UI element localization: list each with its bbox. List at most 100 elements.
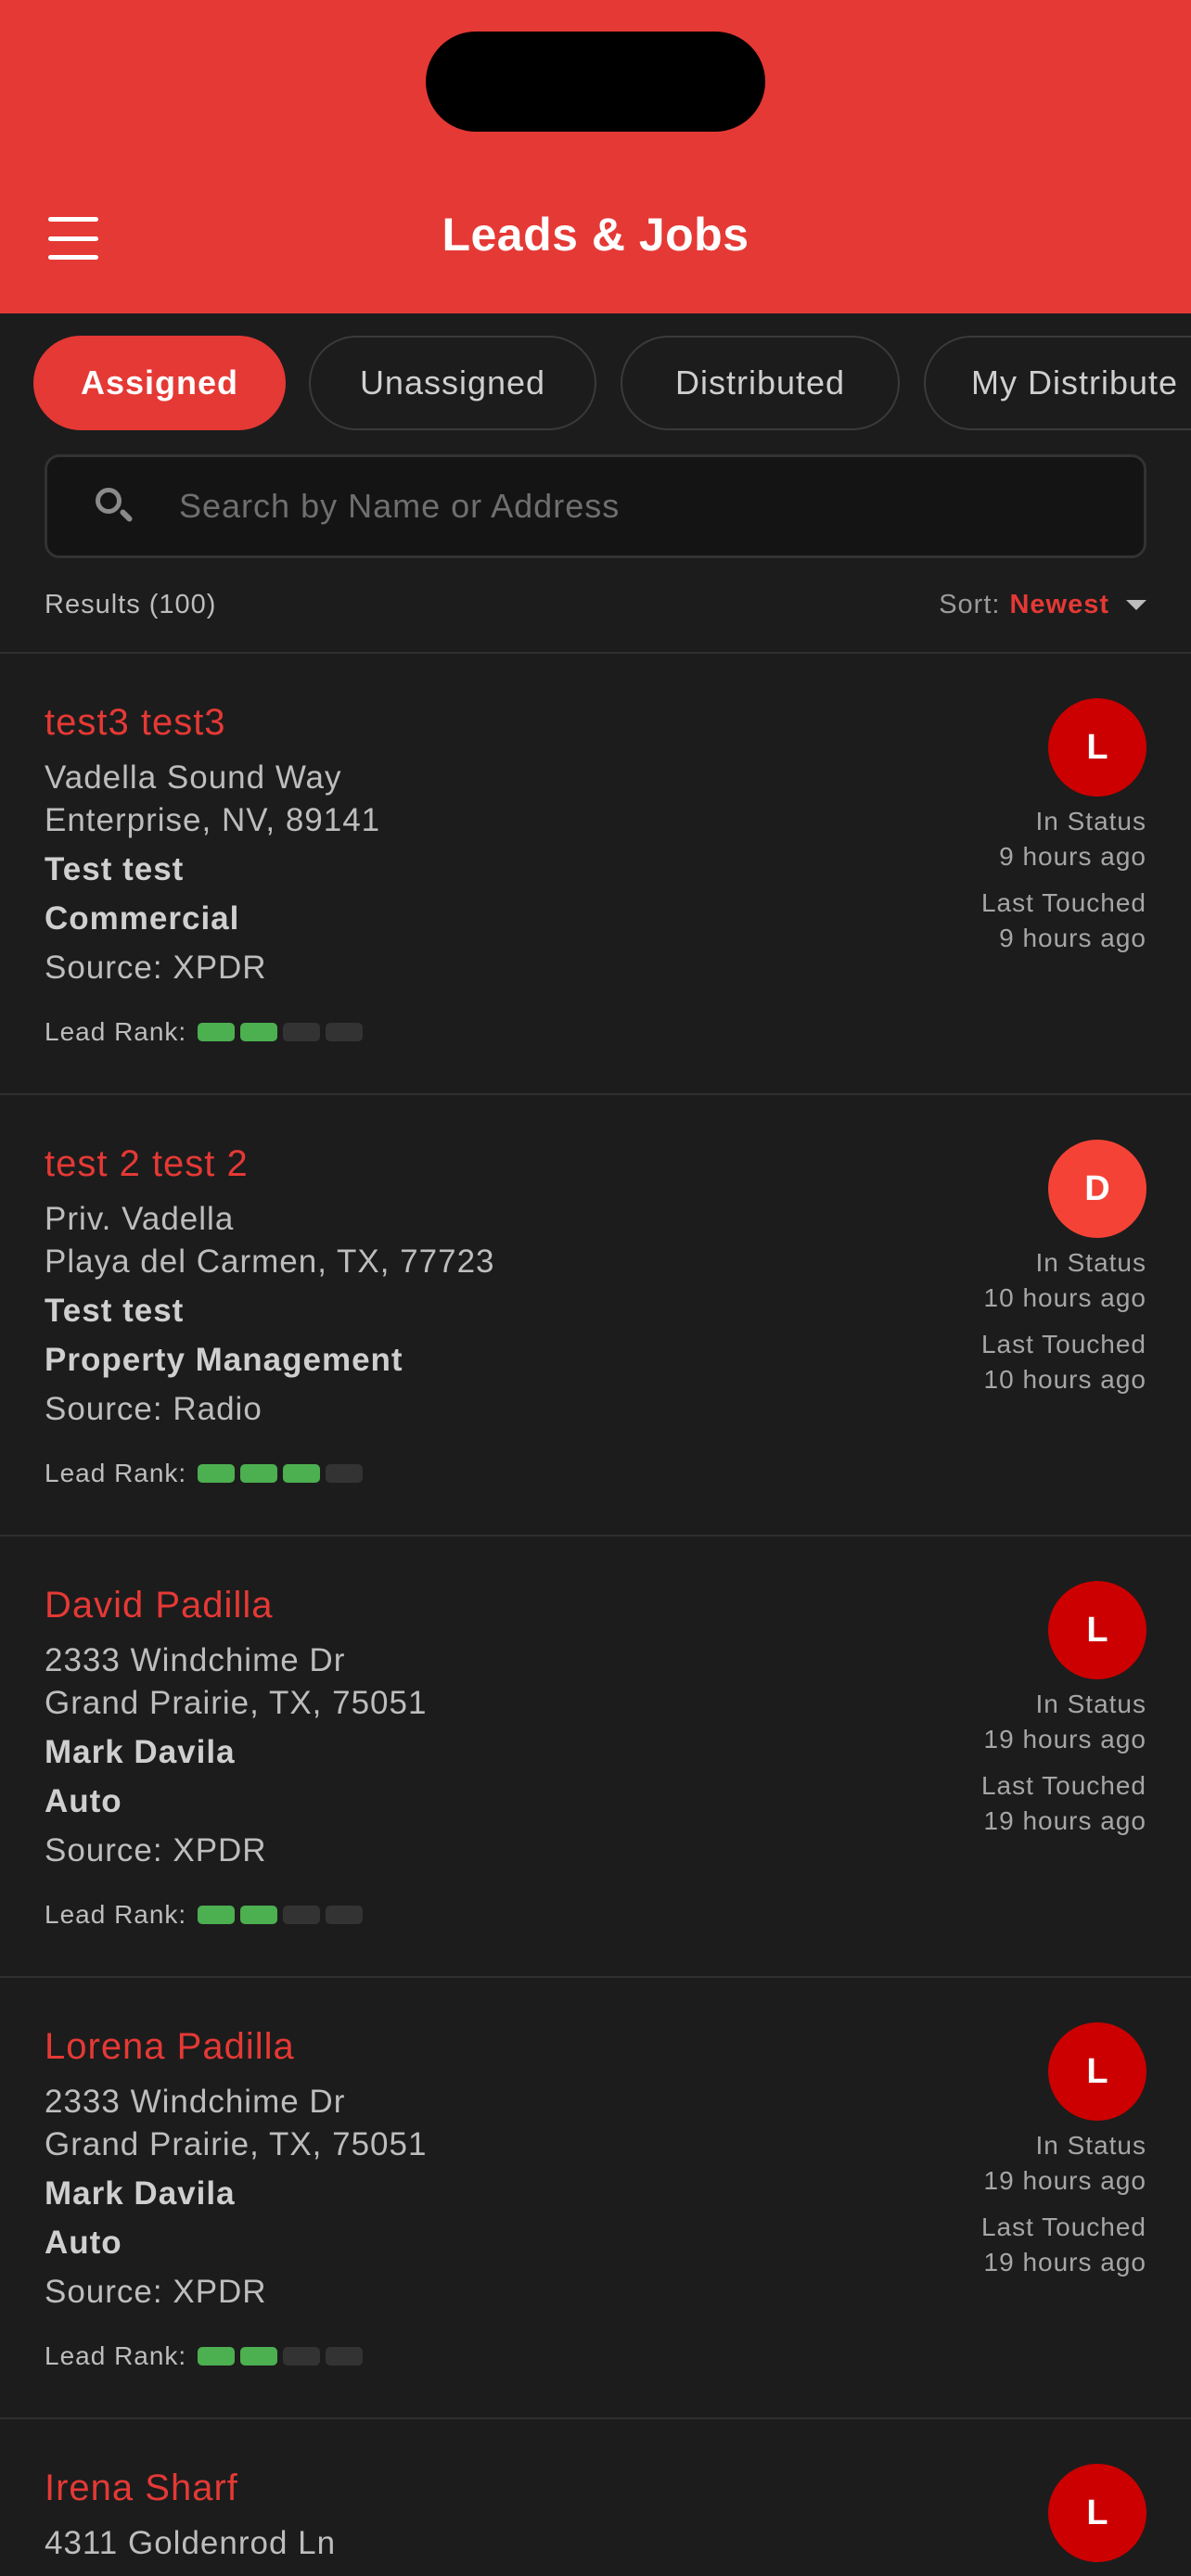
results-count: Results (100): [45, 590, 217, 619]
rank-bar: [240, 1464, 278, 1483]
in-status-label: In Status: [1035, 2131, 1146, 2160]
lead-type: Commercial: [45, 900, 240, 937]
lead-name[interactable]: Lorena Padilla: [45, 2026, 295, 2068]
lead-type: Property Management: [45, 1342, 403, 1378]
lead-rank-label: Lead Rank:: [45, 1900, 187, 1929]
lead-rank-label: Lead Rank:: [45, 2341, 187, 2370]
lead-name[interactable]: Irena Sharf: [45, 2468, 238, 2509]
lead-card[interactable]: test3 test3 Vadella Sound Way Enterprise…: [0, 654, 1191, 1093]
in-status-value: 10 hours ago: [983, 1283, 1146, 1312]
rank-bar: [283, 1023, 321, 1041]
last-touched-value: 9 hours ago: [999, 924, 1146, 952]
results-bar: Results (100) Sort: Newest: [45, 590, 1146, 627]
avatar[interactable]: L: [1048, 2022, 1146, 2121]
last-touched-label: Last Touched: [980, 1771, 1146, 1800]
lead-address-line1: Priv. Vadella: [45, 1201, 235, 1237]
lead-contact: Test test: [45, 1293, 185, 1329]
avatar[interactable]: L: [1048, 1581, 1146, 1679]
last-touched-label: Last Touched: [980, 1330, 1146, 1358]
in-status: In Status 19 hours ago: [984, 1687, 1146, 1757]
rank-bar: [326, 1464, 364, 1483]
lead-address-line1: 4311 Goldenrod Ln: [45, 2525, 337, 2561]
lead-rank: Lead Rank:: [45, 1017, 364, 1047]
rank-bar: [240, 1906, 278, 1924]
last-touched-value: 19 hours ago: [983, 2248, 1146, 2276]
in-status-label: In Status: [1035, 1690, 1146, 1718]
search-icon: [94, 486, 134, 527]
lead-rank: Lead Rank:: [45, 1459, 364, 1488]
lead-name[interactable]: test 2 test 2: [45, 1143, 249, 1185]
in-status: In Status 10 hours ago: [984, 1245, 1146, 1316]
filter-tabs: Assigned Unassigned Distributed My Distr…: [0, 313, 1191, 443]
avatar[interactable]: D: [1048, 1140, 1146, 1238]
tab-distributed[interactable]: Distributed: [621, 336, 900, 430]
lead-type: Auto: [45, 2225, 122, 2261]
tab-my-distributed[interactable]: My Distribute: [924, 336, 1191, 430]
rank-bar: [326, 1023, 364, 1041]
in-status: In Status 9 hours ago: [999, 804, 1146, 874]
lead-source: Source: XPDR: [45, 1832, 267, 1868]
rank-bar: [240, 1023, 278, 1041]
lead-rank-label: Lead Rank:: [45, 1459, 187, 1487]
lead-address-line2: Grand Prairie, TX, 75051: [45, 1685, 428, 1721]
last-touched: Last Touched 19 hours ago: [981, 2210, 1146, 2280]
rank-bar: [240, 2347, 278, 2366]
lead-name[interactable]: test3 test3: [45, 702, 226, 744]
lead-address-line2: Playa del Carmen, TX, 77723: [45, 1243, 495, 1280]
sort-dropdown[interactable]: Sort: Newest: [939, 590, 1146, 620]
rank-bar: [283, 2347, 321, 2366]
dynamic-island: [426, 32, 765, 132]
lead-address-line1: Vadella Sound Way: [45, 759, 342, 796]
lead-name[interactable]: David Padilla: [45, 1585, 273, 1626]
lead-rank: Lead Rank:: [45, 2341, 364, 2371]
last-touched: Last Touched 19 hours ago: [981, 1768, 1146, 1839]
lead-source: Source: Radio: [45, 1391, 263, 1427]
lead-type: Auto: [45, 1783, 122, 1819]
rank-bar: [283, 1464, 321, 1483]
in-status-value: 19 hours ago: [983, 2166, 1146, 2195]
sort-value: Newest: [1009, 590, 1109, 619]
last-touched-label: Last Touched: [980, 888, 1146, 917]
tab-assigned[interactable]: Assigned: [33, 336, 286, 430]
lead-rank-label: Lead Rank:: [45, 1017, 187, 1046]
lead-address-line2: Enterprise, NV, 89141: [45, 802, 381, 838]
lead-rank-bars: [198, 1906, 364, 1924]
in-status-value: 19 hours ago: [983, 1725, 1146, 1753]
tab-unassigned[interactable]: Unassigned: [309, 336, 596, 430]
lead-address-line1: 2333 Windchime Dr: [45, 2084, 346, 2120]
avatar[interactable]: L: [1048, 2464, 1146, 2562]
lead-rank-bars: [198, 1023, 364, 1041]
lead-card[interactable]: Irena Sharf 4311 Goldenrod Ln L: [0, 2419, 1191, 2576]
in-status-value: 9 hours ago: [999, 842, 1146, 871]
last-touched: Last Touched 9 hours ago: [981, 886, 1146, 956]
app-header: Leads & Jobs: [0, 0, 1191, 313]
rank-bar: [198, 1464, 236, 1483]
last-touched: Last Touched 10 hours ago: [981, 1327, 1146, 1397]
chevron-down-icon: [1126, 600, 1146, 610]
in-status: In Status 19 hours ago: [984, 2128, 1146, 2199]
lead-contact: Mark Davila: [45, 1734, 236, 1770]
rank-bar: [198, 1023, 236, 1041]
lead-contact: Mark Davila: [45, 2175, 236, 2212]
rank-bar: [283, 1906, 321, 1924]
page-title: Leads & Jobs: [442, 209, 749, 261]
lead-rank-bars: [198, 2347, 364, 2366]
lead-source: Source: XPDR: [45, 950, 267, 986]
search-bar[interactable]: [45, 454, 1146, 558]
avatar[interactable]: L: [1048, 698, 1146, 797]
last-touched-value: 19 hours ago: [983, 1806, 1146, 1835]
last-touched-label: Last Touched: [980, 2213, 1146, 2241]
last-touched-value: 10 hours ago: [983, 1365, 1146, 1394]
rank-bar: [326, 2347, 364, 2366]
rank-bar: [198, 1906, 236, 1924]
lead-card[interactable]: Lorena Padilla 2333 Windchime Dr Grand P…: [0, 1978, 1191, 2417]
lead-source: Source: XPDR: [45, 2274, 267, 2310]
in-status-label: In Status: [1035, 807, 1146, 835]
lead-contact: Test test: [45, 851, 185, 887]
lead-card[interactable]: test 2 test 2 Priv. Vadella Playa del Ca…: [0, 1095, 1191, 1535]
search-input[interactable]: [179, 487, 1014, 526]
lead-card[interactable]: David Padilla 2333 Windchime Dr Grand Pr…: [0, 1537, 1191, 1976]
rank-bar: [326, 1906, 364, 1924]
rank-bar: [198, 2347, 236, 2366]
in-status-label: In Status: [1035, 1248, 1146, 1277]
